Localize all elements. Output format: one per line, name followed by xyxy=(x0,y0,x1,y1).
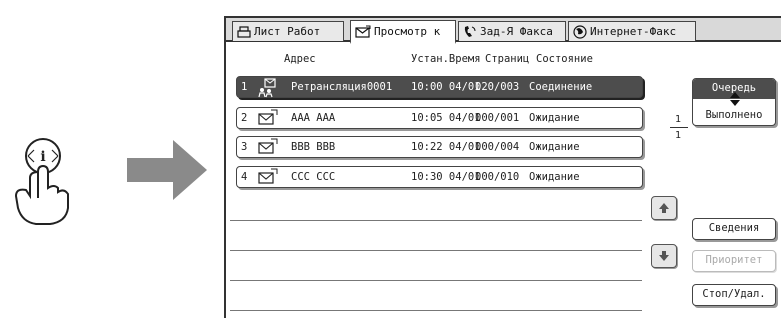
arrow-up-icon xyxy=(659,203,669,213)
row-pages: 000/004 xyxy=(475,141,520,153)
job-row[interactable]: 2 AAA AAA 10:05 04/01 000/001 Ожидание xyxy=(236,107,643,129)
row-time: 10:05 04/01 xyxy=(411,112,481,124)
row-status: Ожидание xyxy=(529,171,580,183)
row-address: AAA AAA xyxy=(291,112,336,124)
arrow-down-icon xyxy=(659,251,669,261)
page-total: 1 xyxy=(675,130,682,141)
scroll-down-button[interactable] xyxy=(651,244,677,268)
queue-completed-toggle[interactable]: Очередь Выполнено xyxy=(692,78,776,126)
tab-label: Просмотр к xyxy=(374,25,441,38)
row-address: BBB BBB xyxy=(291,141,336,153)
row-pages: 020/003 xyxy=(475,81,520,93)
job-row[interactable]: 4 CCC CCC 10:30 04/01 000/010 Ожидание xyxy=(236,166,643,188)
job-row[interactable]: 1 Ретрансляция0001 10:00 04/01 020/003 С… xyxy=(236,76,643,98)
page-current: 1 xyxy=(675,114,682,125)
details-button[interactable]: Сведения xyxy=(692,218,776,240)
row-pages: 000/001 xyxy=(475,112,520,124)
empty-row-divider xyxy=(230,220,642,221)
empty-row-divider xyxy=(230,310,642,311)
tab-scan-view[interactable]: Просмотр к xyxy=(350,20,456,44)
email-icon xyxy=(258,168,278,184)
page-divider xyxy=(670,127,688,128)
priority-button[interactable]: Приоритет xyxy=(692,250,776,272)
col-pages-header: Страниц xyxy=(485,53,530,65)
tab-job-list[interactable]: Лист Работ xyxy=(232,21,344,41)
row-number: 2 xyxy=(241,112,248,124)
touch-hand-icon: i xyxy=(14,138,69,225)
row-time: 10:30 04/01 xyxy=(411,171,481,183)
row-time: 10:00 04/01 xyxy=(411,81,481,93)
relay-icon xyxy=(258,78,276,98)
col-status-header: Состояние xyxy=(536,53,593,65)
email-icon xyxy=(258,138,278,154)
stop-delete-button[interactable]: Стоп/Удал. xyxy=(692,284,776,306)
row-address: Ретрансляция0001 xyxy=(291,81,393,93)
col-address-header: Адрес xyxy=(284,53,316,65)
tab-bar: Лист Работ Просмотр к Зад-Я Факса Интерн… xyxy=(224,16,781,44)
completed-label: Выполнено xyxy=(705,109,763,121)
fax-phone-icon xyxy=(464,25,476,37)
email-icon xyxy=(258,109,278,125)
tab-internet-fax[interactable]: Интернет-Факс xyxy=(568,21,696,41)
row-status: Ожидание xyxy=(529,112,580,124)
empty-row-divider xyxy=(230,250,642,251)
row-number: 3 xyxy=(241,141,248,153)
print-icon xyxy=(237,25,251,38)
svg-text:i: i xyxy=(40,149,45,165)
globe-icon xyxy=(573,24,587,39)
row-time: 10:22 04/01 xyxy=(411,141,481,153)
empty-row-divider xyxy=(230,280,642,281)
job-row[interactable]: 3 BBB BBB 10:22 04/01 000/004 Ожидание xyxy=(236,136,643,158)
toggle-arrows-icon xyxy=(730,92,740,106)
scroll-up-button[interactable] xyxy=(651,196,677,220)
row-status: Ожидание xyxy=(529,141,580,153)
tab-label: Интернет-Факс xyxy=(590,25,677,38)
tab-label: Зад-Я Факса xyxy=(480,25,553,38)
row-status: Соединение xyxy=(529,81,593,93)
right-arrow-icon xyxy=(127,140,207,200)
row-number: 1 xyxy=(241,81,248,93)
envelope-icon xyxy=(355,25,371,38)
row-number: 4 xyxy=(241,171,248,183)
col-time-header: Устан.Время xyxy=(411,53,481,65)
row-pages: 000/010 xyxy=(475,171,520,183)
tab-label: Лист Работ xyxy=(254,25,321,38)
row-address: CCC CCC xyxy=(291,171,336,183)
tab-fax-jobs[interactable]: Зад-Я Факса xyxy=(458,21,566,41)
